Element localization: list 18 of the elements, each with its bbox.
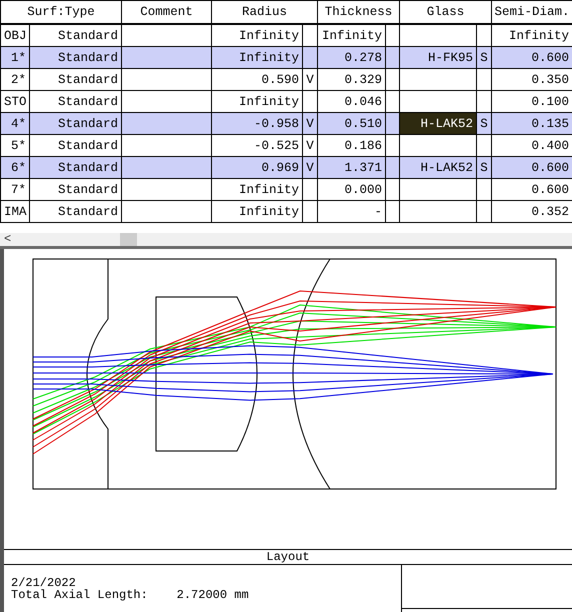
column-header[interactable]: Surf:Type: [0, 0, 122, 24]
date-text: 2/21/2022: [11, 577, 76, 589]
horizontal-scrollbar[interactable]: <: [0, 233, 572, 246]
glass-cell[interactable]: H-LAK52: [400, 112, 477, 134]
column-header[interactable]: Semi-Diam.: [492, 0, 572, 24]
type-cell[interactable]: Standard: [30, 200, 122, 222]
axial-length-label: Total Axial Length:: [11, 589, 148, 601]
scroll-left-arrow[interactable]: <: [0, 233, 12, 246]
axial-length-value: 2.72000 mm: [176, 589, 249, 601]
column-header[interactable]: Thickness: [318, 0, 400, 24]
scrollbar-thumb[interactable]: [120, 233, 137, 246]
column-header[interactable]: Radius: [212, 0, 318, 24]
thickness-cell[interactable]: -: [318, 200, 386, 222]
radius-cell[interactable]: Infinity: [212, 200, 303, 222]
surface-cell[interactable]: IMA: [0, 200, 30, 222]
layout-title: Layout: [4, 549, 572, 565]
column-header[interactable]: Glass: [400, 0, 492, 24]
column-header[interactable]: Comment: [122, 0, 212, 24]
